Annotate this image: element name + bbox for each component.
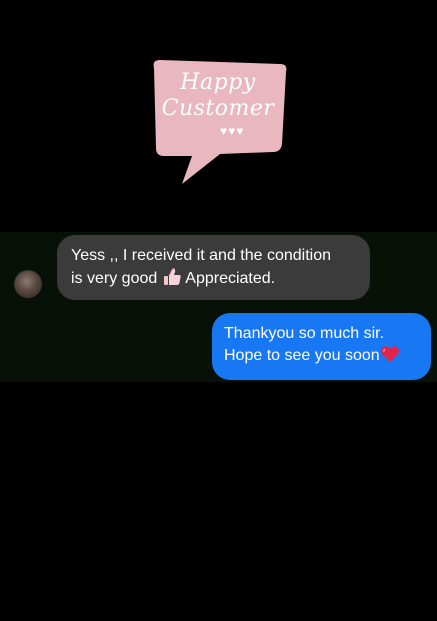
incoming-message-text-b: Appreciated.: [185, 270, 276, 287]
sticker-title-line2: Customer: [161, 96, 275, 121]
incoming-message-text-a: is very good: [71, 270, 158, 287]
outgoing-message-bubble[interactable]: Thankyou so much sir. Hope to see you so…: [212, 313, 431, 380]
incoming-message-line2: is very good Appreciated.: [71, 267, 356, 290]
outgoing-message-line2: Hope to see you soon: [224, 345, 419, 367]
happy-customer-sticker: Happy Customer ♥♥♥: [148, 58, 288, 186]
sticker-title-line1: Happy: [180, 70, 256, 95]
sticker-hearts: ♥♥♥: [220, 124, 245, 138]
heart-icon: [380, 346, 399, 362]
outgoing-message-line1: Thankyou so much sir.: [224, 325, 385, 342]
incoming-message-bubble[interactable]: Yess ,, I received it and the condition …: [57, 235, 370, 300]
outgoing-message-text: Hope to see you soon: [224, 347, 380, 364]
avatar[interactable]: [14, 270, 42, 298]
thumbs-up-icon: [163, 268, 181, 285]
incoming-message-line1: Yess ,, I received it and the condition: [71, 247, 332, 264]
